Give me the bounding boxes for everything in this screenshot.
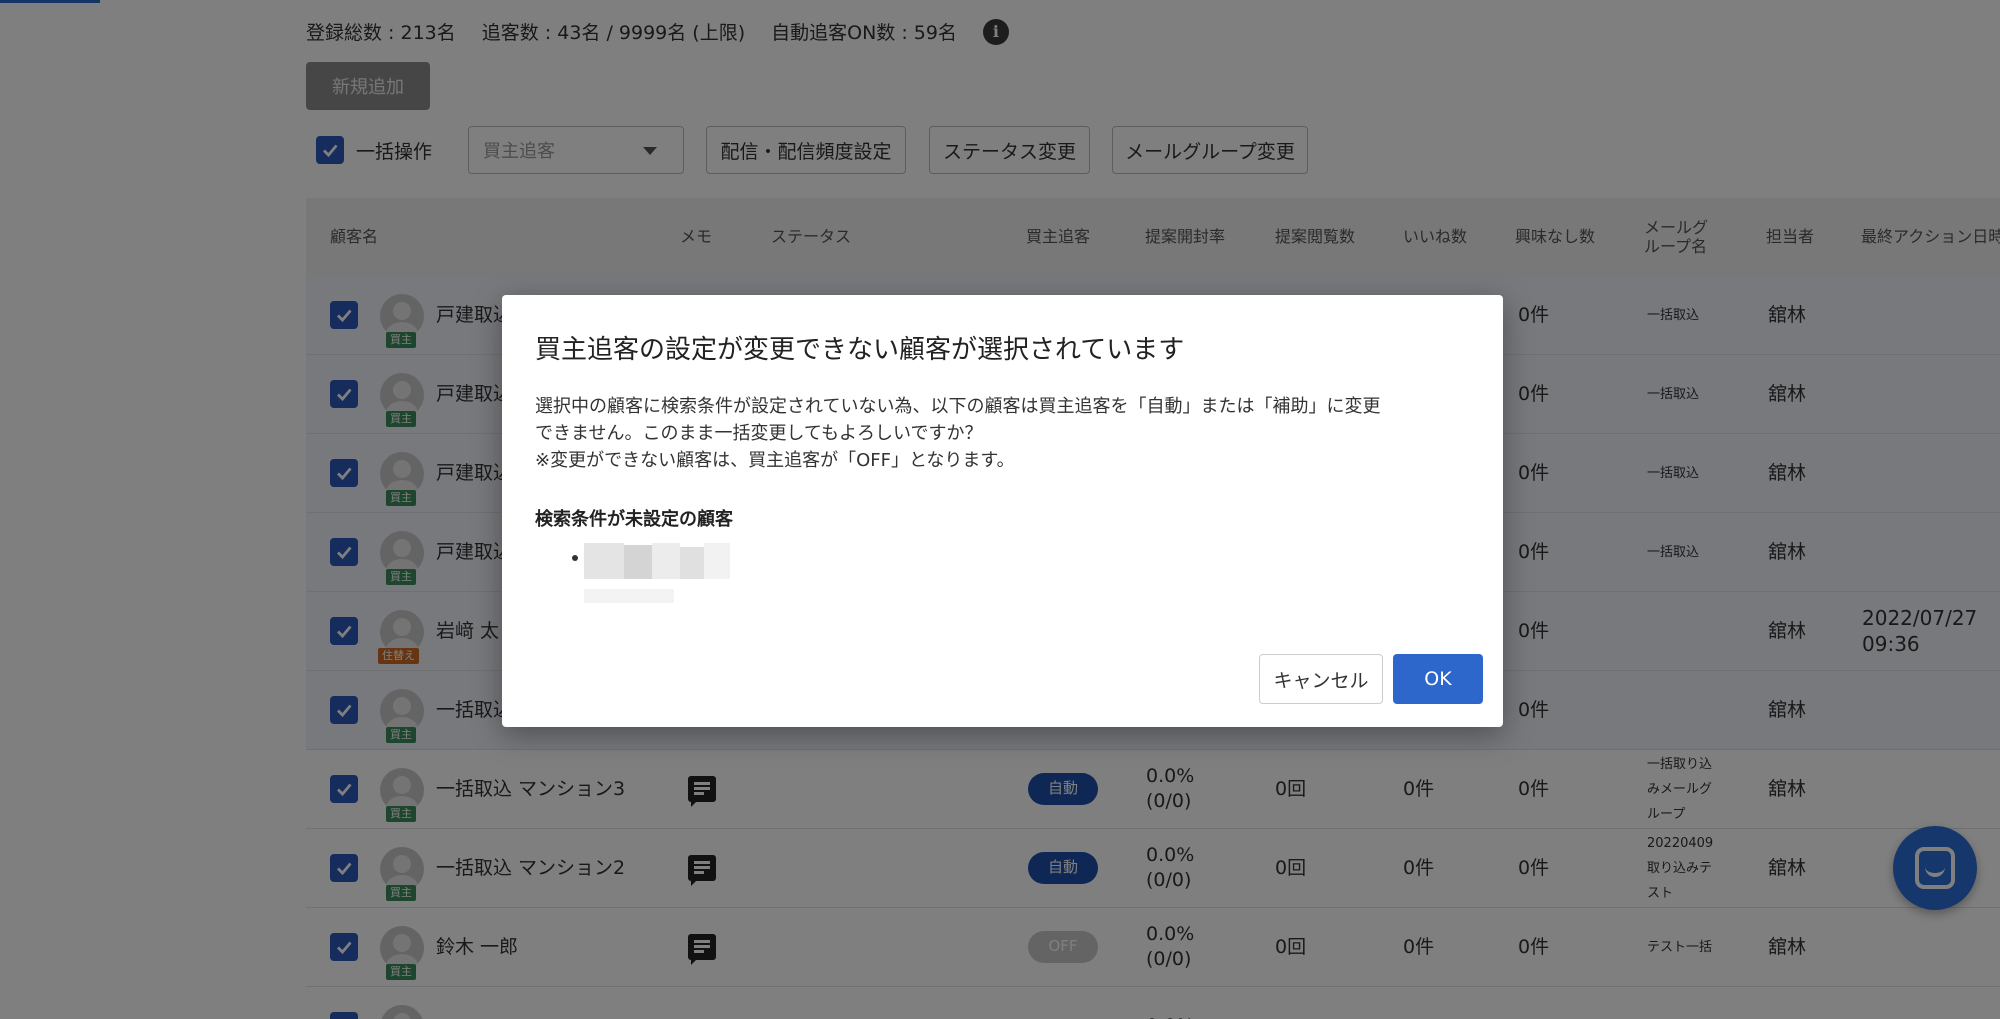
ok-button[interactable]: OK <box>1393 654 1483 704</box>
dialog-message-line2: できません。このまま一括変更してもよろしいですか？ <box>535 423 983 444</box>
unset-customer-list <box>572 543 732 607</box>
redacted-customer-name <box>584 543 732 607</box>
dialog-title: 買主追客の設定が変更できない顧客が選択されています <box>535 335 1185 365</box>
confirm-dialog: 買主追客の設定が変更できない顧客が選択されています 選択中の顧客に検索条件が設定… <box>502 295 1503 727</box>
cancel-button[interactable]: キャンセル <box>1259 654 1383 704</box>
dialog-subheading: 検索条件が未設定の顧客 <box>535 509 733 530</box>
dialog-message-line1: 選択中の顧客に検索条件が設定されていない為、以下の顧客は買主追客を「自動」または… <box>535 396 1381 417</box>
dialog-message-line3: ※変更ができない顧客は、買主追客が「OFF」となります。 <box>535 450 1015 471</box>
list-bullet <box>572 555 578 561</box>
dialog-message: 選択中の顧客に検索条件が設定されていない為、以下の顧客は買主追客を「自動」または… <box>535 393 1475 474</box>
customer-list-page: 登録総数 : 213名 追客数 : 43名 / 9999名 (上限) 自動追客O… <box>0 0 2000 1019</box>
